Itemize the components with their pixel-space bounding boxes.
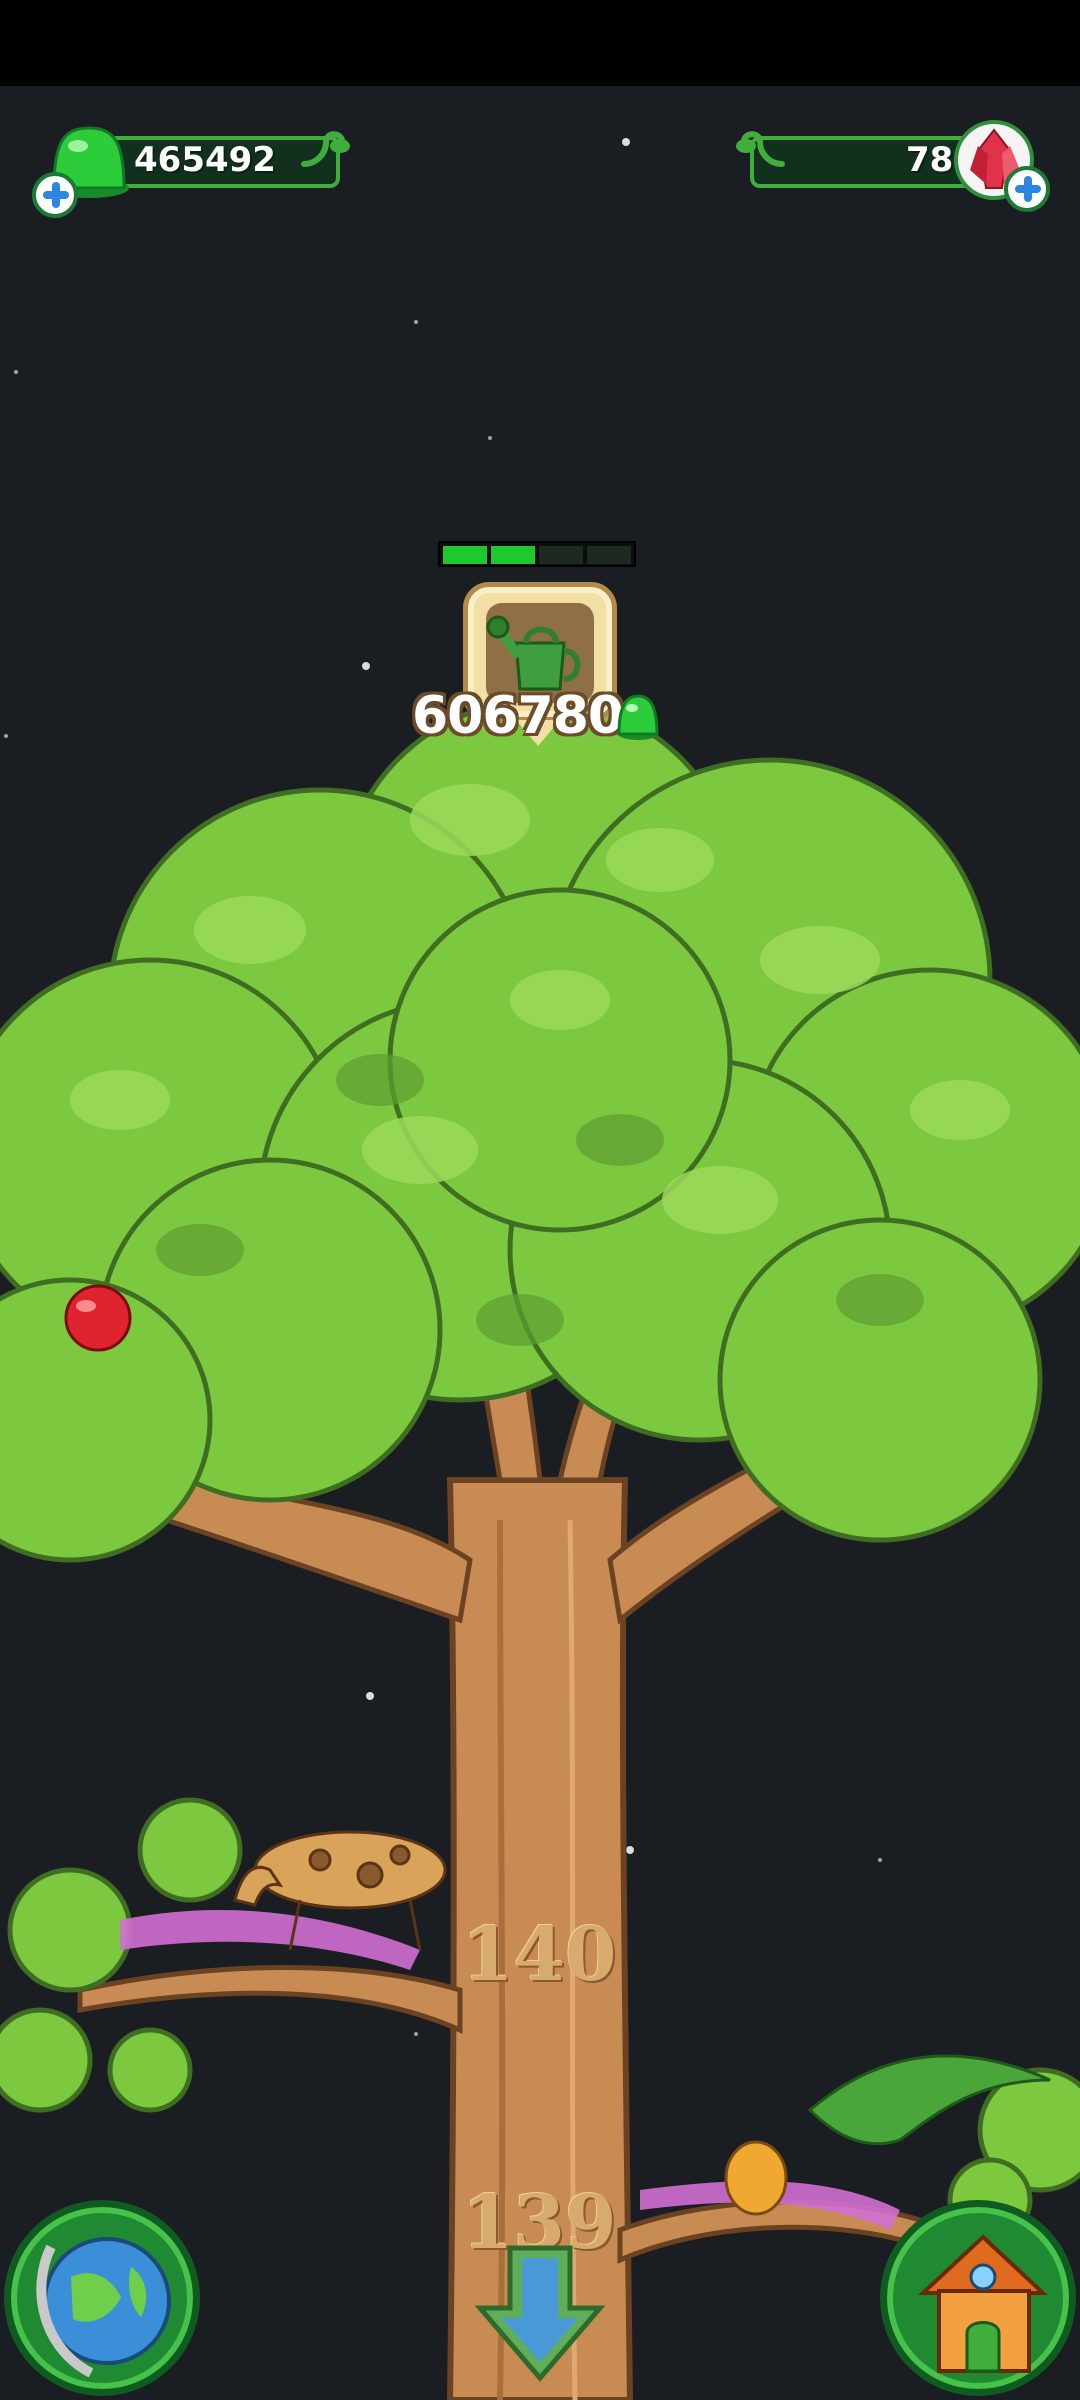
home-button[interactable]	[880, 2200, 1076, 2396]
tree-artwork	[0, 697, 1080, 2400]
down-arrow-icon	[474, 2245, 606, 2382]
progress-segment	[443, 546, 487, 564]
progress-segment	[587, 546, 631, 564]
water-cost: 606780	[412, 686, 624, 746]
branch-level-upper: 140	[462, 1912, 617, 1998]
globe-button[interactable]	[4, 2200, 200, 2396]
home-icon	[917, 2234, 1049, 2373]
progress-segment	[491, 546, 535, 564]
game-scene: 465492 78 606780 140 139	[0, 0, 1080, 2400]
progress-segment	[539, 546, 583, 564]
green-jelly-icon	[617, 694, 659, 740]
scroll-down-button[interactable]	[470, 2238, 610, 2388]
growth-progress-bar	[438, 541, 636, 567]
globe-icon	[36, 2237, 171, 2378]
